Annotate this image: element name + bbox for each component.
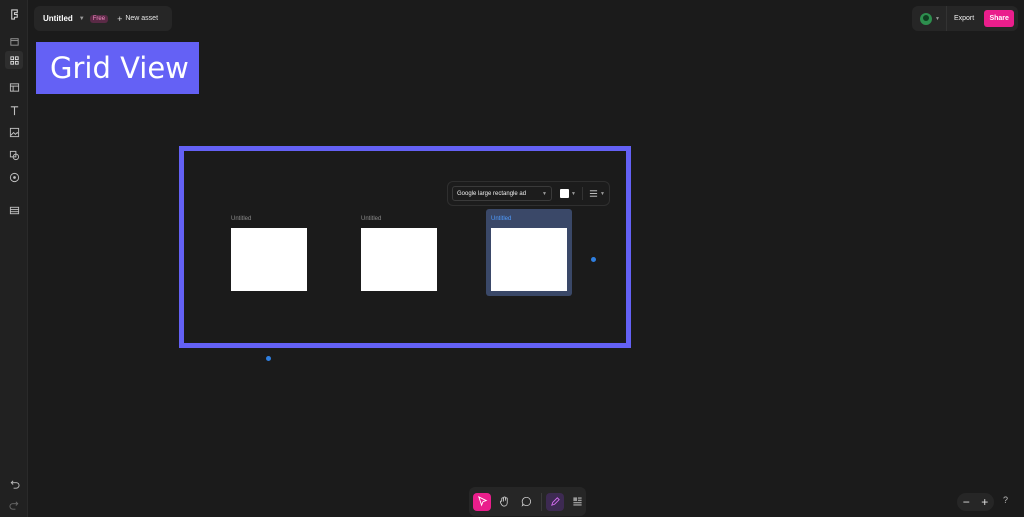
pages-icon[interactable] [5, 32, 23, 50]
logo-icon[interactable] [5, 5, 23, 23]
selection-handle[interactable] [591, 257, 596, 262]
avatar[interactable] [920, 12, 932, 25]
artboard-label[interactable]: Untitled [491, 216, 511, 222]
data-icon[interactable] [5, 201, 23, 219]
artboard-selected[interactable] [491, 228, 567, 291]
account-actions: ▼ Export Share [912, 6, 1018, 31]
left-sidebar [0, 0, 28, 517]
banner-text: Grid View [50, 51, 189, 85]
zoom-out-button[interactable]: − [963, 495, 970, 509]
artboard[interactable] [231, 228, 307, 291]
artboard-context-toolbar: Google large rectangle ad ▼ ▼ ▼ [447, 181, 610, 206]
cursor-icon [477, 496, 487, 507]
selection-handle[interactable] [266, 356, 271, 361]
bottom-toolbar [469, 487, 586, 516]
fill-color-swatch[interactable] [560, 189, 569, 198]
zoom-control: − + [957, 493, 994, 511]
help-button[interactable]: ? [1003, 495, 1008, 505]
grid-view-banner: Grid View [36, 42, 199, 94]
select-tool[interactable] [473, 492, 491, 511]
comment-tool[interactable] [517, 493, 535, 511]
plus-icon: + [117, 13, 123, 24]
hand-tool[interactable] [495, 493, 513, 511]
grid-icon [572, 497, 582, 506]
chevron-down-icon[interactable]: ▼ [935, 16, 940, 22]
divider [541, 492, 542, 511]
chevron-down-icon[interactable]: ▼ [571, 191, 576, 197]
shapes-icon[interactable] [5, 146, 23, 164]
pen-tool[interactable] [546, 492, 564, 511]
layout-icon[interactable] [5, 78, 23, 96]
new-asset-button[interactable]: + New asset [117, 14, 158, 24]
artboard[interactable] [361, 228, 437, 291]
document-title[interactable]: Untitled [43, 14, 73, 23]
chevron-down-icon[interactable]: ▼ [79, 16, 85, 22]
divider [581, 187, 583, 200]
export-button[interactable]: Export [954, 15, 974, 22]
artboard-label[interactable]: Untitled [231, 216, 251, 222]
artboard-label[interactable]: Untitled [361, 216, 381, 222]
new-asset-label: New asset [125, 15, 159, 22]
share-button[interactable]: Share [984, 10, 1015, 27]
zoom-in-button[interactable]: + [981, 495, 988, 509]
align-icon[interactable] [589, 189, 598, 198]
hand-icon [499, 496, 508, 507]
chevron-down-icon[interactable]: ▼ [600, 191, 605, 197]
grid-tool[interactable] [568, 493, 586, 511]
pen-icon [550, 497, 560, 506]
plugins-icon[interactable] [5, 168, 23, 186]
chevron-down-icon: ▼ [542, 190, 547, 197]
size-preset-select[interactable]: Google large rectangle ad ▼ [452, 186, 552, 201]
plan-badge: Free [89, 14, 109, 23]
grid-view-icon[interactable] [5, 51, 23, 69]
size-preset-value: Google large rectangle ad [457, 190, 527, 197]
undo-icon[interactable] [5, 475, 23, 493]
divider [945, 6, 947, 31]
image-icon[interactable] [5, 123, 23, 141]
document-header: Untitled ▼ Free + New asset [34, 6, 172, 31]
text-icon[interactable] [5, 101, 23, 119]
comment-icon [521, 496, 531, 507]
redo-icon[interactable] [5, 496, 23, 514]
